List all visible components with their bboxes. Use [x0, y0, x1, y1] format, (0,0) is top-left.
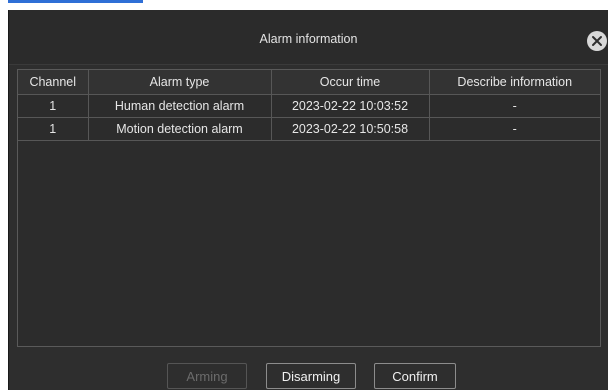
dialog-title-bar: Alarm information	[9, 10, 608, 65]
cell-describe-info: -	[429, 94, 600, 118]
close-icon	[592, 36, 602, 46]
disarming-button[interactable]: Disarming	[266, 363, 356, 389]
cell-occur-time: 2023-02-22 10:50:58	[271, 117, 430, 141]
table-row[interactable]: 1 Human detection alarm 2023-02-22 10:03…	[18, 94, 600, 118]
table-row[interactable]: 1 Motion detection alarm 2023-02-22 10:5…	[18, 117, 600, 141]
cell-alarm-type: Human detection alarm	[88, 94, 272, 118]
alarm-info-dialog: Alarm information Channel Alarm type Occ…	[8, 10, 608, 390]
cell-alarm-type: Motion detection alarm	[88, 117, 272, 141]
col-header-describe-info: Describe information	[429, 70, 600, 95]
cell-describe-info: -	[429, 117, 600, 141]
arming-button[interactable]: Arming	[167, 363, 247, 389]
col-header-alarm-type: Alarm type	[88, 70, 272, 95]
top-strip	[0, 0, 608, 10]
alarm-table: Channel Alarm type Occur time Describe i…	[18, 70, 600, 141]
active-tab-indicator	[8, 0, 143, 3]
dialog-footer: Arming Disarming Confirm	[9, 347, 608, 390]
col-header-occur-time: Occur time	[271, 70, 430, 95]
table-header-row: Channel Alarm type Occur time Describe i…	[18, 70, 600, 95]
dialog-title: Alarm information	[259, 32, 358, 46]
col-header-channel: Channel	[18, 70, 89, 95]
alarm-table-container: Channel Alarm type Occur time Describe i…	[17, 69, 601, 347]
confirm-button[interactable]: Confirm	[374, 363, 456, 389]
cell-channel: 1	[18, 94, 89, 118]
cell-channel: 1	[18, 117, 89, 141]
cell-occur-time: 2023-02-22 10:03:52	[271, 94, 430, 118]
close-button[interactable]	[587, 31, 607, 51]
